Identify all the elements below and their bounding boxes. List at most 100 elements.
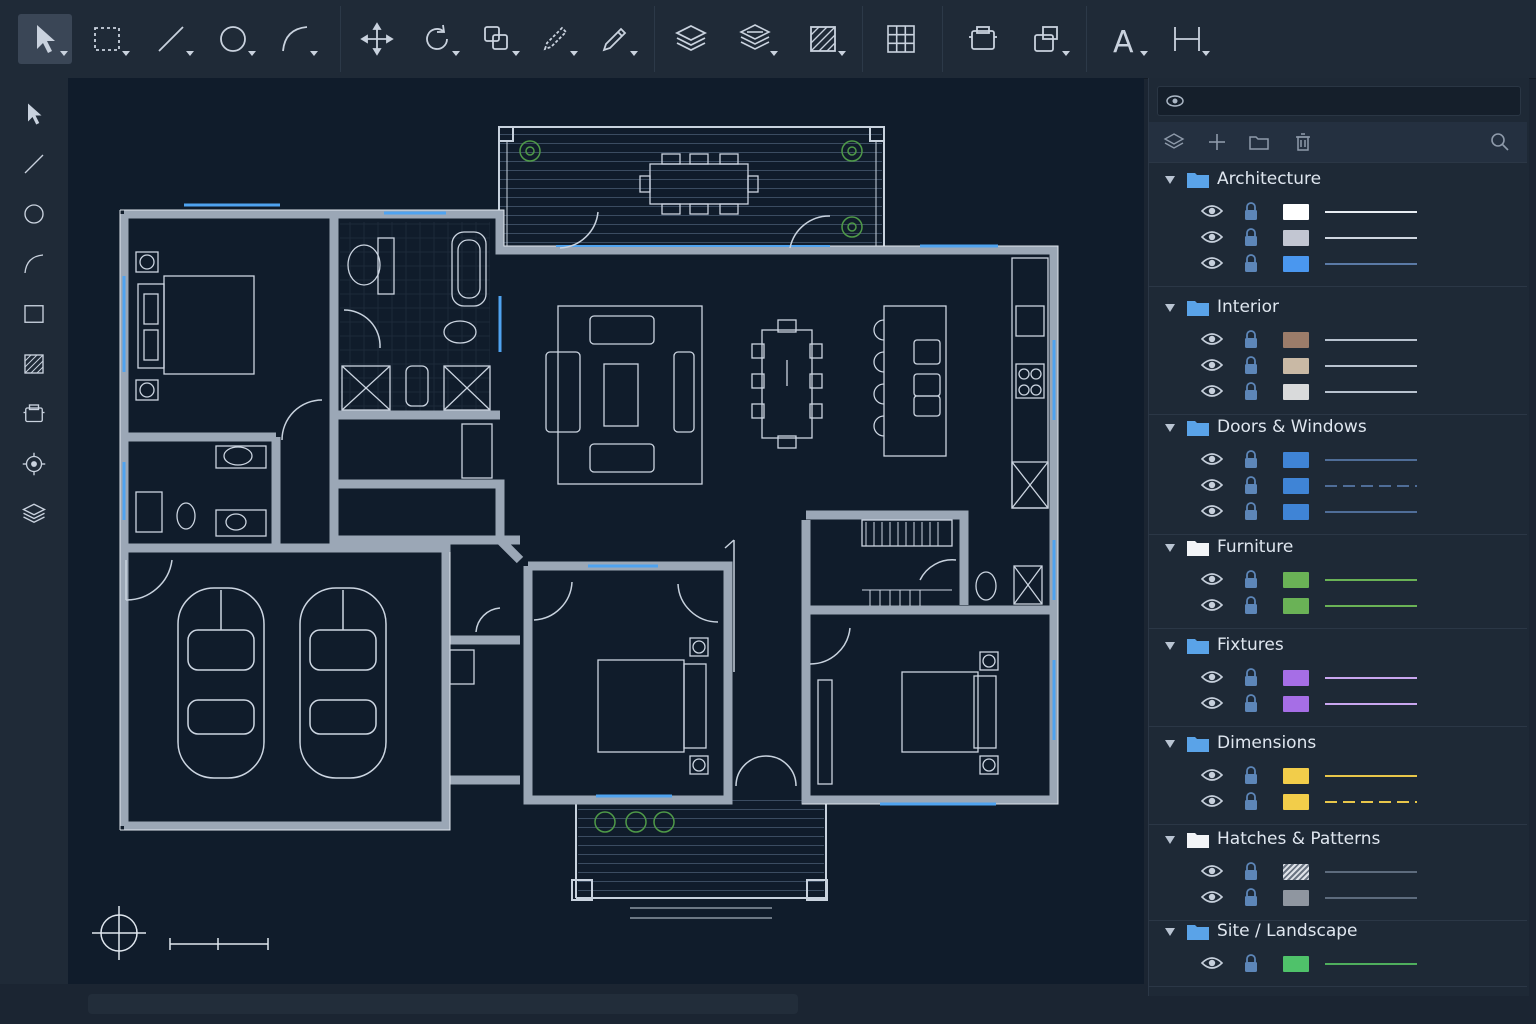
delete-layer-button[interactable] — [1290, 130, 1316, 154]
eye-visibility-icon[interactable] — [1201, 203, 1223, 219]
left-tool-rectangle-button[interactable] — [14, 294, 54, 334]
expand-triangle-icon[interactable] — [1165, 836, 1175, 844]
left-tool-hatch-button[interactable] — [14, 344, 54, 384]
lock-icon[interactable] — [1243, 953, 1259, 973]
layer-color-swatch[interactable] — [1283, 572, 1309, 588]
layer-row[interactable] — [1149, 884, 1527, 910]
layer-linetype-sample[interactable] — [1325, 579, 1417, 581]
layer-color-swatch[interactable] — [1283, 504, 1309, 520]
lock-icon[interactable] — [1243, 253, 1259, 273]
layer-color-swatch[interactable] — [1283, 358, 1309, 374]
layer-color-swatch[interactable] — [1283, 864, 1309, 880]
eye-visibility-icon[interactable] — [1201, 255, 1223, 271]
lock-icon[interactable] — [1243, 595, 1259, 615]
layer-row[interactable] — [1149, 950, 1527, 976]
lock-icon[interactable] — [1243, 569, 1259, 589]
layer-linetype-sample[interactable] — [1325, 897, 1417, 899]
lock-icon[interactable] — [1243, 381, 1259, 401]
layer-group-header[interactable]: Furniture — [1149, 532, 1527, 562]
layer-group-header[interactable]: Hatches & Patterns — [1149, 824, 1527, 854]
layer-color-swatch[interactable] — [1283, 768, 1309, 784]
layer-group-header[interactable]: Site / Landscape — [1149, 916, 1527, 946]
layer-linetype-sample[interactable] — [1325, 801, 1417, 803]
layer-color-swatch[interactable] — [1283, 256, 1309, 272]
toolbar-block-insert-button[interactable] — [1020, 14, 1074, 64]
layer-linetype-sample[interactable] — [1325, 511, 1417, 513]
lock-icon[interactable] — [1243, 475, 1259, 495]
toolbar-circle-button[interactable] — [206, 14, 260, 64]
layer-row[interactable] — [1149, 352, 1527, 378]
left-tool-circle-button[interactable] — [14, 194, 54, 234]
eye-visibility-icon[interactable] — [1201, 695, 1223, 711]
eye-visibility-icon[interactable] — [1201, 477, 1223, 493]
lock-icon[interactable] — [1243, 501, 1259, 521]
layer-group-header[interactable]: Dimensions — [1149, 728, 1527, 758]
toolbar-rotate-button[interactable] — [410, 14, 464, 64]
layer-group-header[interactable]: Fixtures — [1149, 630, 1527, 660]
eye-visibility-icon[interactable] — [1201, 597, 1223, 613]
layer-linetype-sample[interactable] — [1325, 459, 1417, 461]
layer-row[interactable] — [1149, 762, 1527, 788]
lock-icon[interactable] — [1243, 201, 1259, 221]
toolbar-layers-button[interactable] — [664, 14, 718, 64]
layer-linetype-sample[interactable] — [1325, 339, 1417, 341]
eye-visibility-icon[interactable] — [1201, 383, 1223, 399]
layer-linetype-sample[interactable] — [1325, 391, 1417, 393]
layer-row[interactable] — [1149, 224, 1527, 250]
eye-visibility-icon[interactable] — [1201, 767, 1223, 783]
eye-visibility-icon[interactable] — [1201, 863, 1223, 879]
layer-color-swatch[interactable] — [1283, 670, 1309, 686]
layer-color-swatch[interactable] — [1283, 230, 1309, 246]
filter-search-button[interactable] — [1487, 130, 1513, 154]
layer-row[interactable] — [1149, 690, 1527, 716]
toolbar-text-button[interactable]: A — [1098, 14, 1152, 64]
layer-color-swatch[interactable] — [1283, 598, 1309, 614]
layer-color-swatch[interactable] — [1283, 204, 1309, 220]
toolbar-pencil-button[interactable] — [588, 14, 642, 64]
left-tool-line-button[interactable] — [14, 144, 54, 184]
layer-color-swatch[interactable] — [1283, 384, 1309, 400]
expand-triangle-icon[interactable] — [1165, 176, 1175, 184]
layer-linetype-sample[interactable] — [1325, 485, 1417, 487]
toolbar-hatch-button[interactable] — [796, 14, 850, 64]
layer-row[interactable] — [1149, 378, 1527, 404]
eye-visibility-icon[interactable] — [1201, 451, 1223, 467]
lock-icon[interactable] — [1243, 791, 1259, 811]
layer-color-swatch[interactable] — [1283, 478, 1309, 494]
eye-visibility-icon[interactable] — [1201, 793, 1223, 809]
add-layer-button[interactable] — [1204, 130, 1230, 154]
new-folder-button[interactable] — [1246, 130, 1272, 154]
layer-row[interactable] — [1149, 664, 1527, 690]
layer-color-swatch[interactable] — [1283, 956, 1309, 972]
layer-group-header[interactable]: Interior — [1149, 292, 1527, 322]
toolbar-marquee-button[interactable] — [80, 14, 134, 64]
eye-visibility-icon[interactable] — [1201, 889, 1223, 905]
layer-row[interactable] — [1149, 566, 1527, 592]
layer-row[interactable] — [1149, 326, 1527, 352]
layer-linetype-sample[interactable] — [1325, 211, 1417, 213]
toolbar-layer-manager-button[interactable] — [728, 14, 782, 64]
layer-linetype-sample[interactable] — [1325, 677, 1417, 679]
lock-icon[interactable] — [1243, 667, 1259, 687]
expand-triangle-icon[interactable] — [1165, 740, 1175, 748]
drawing-canvas[interactable] — [68, 78, 1144, 984]
lock-icon[interactable] — [1243, 449, 1259, 469]
expand-triangle-icon[interactable] — [1165, 544, 1175, 552]
toolbar-dimension-button[interactable] — [1160, 14, 1214, 64]
layer-row[interactable] — [1149, 198, 1527, 224]
lock-icon[interactable] — [1243, 693, 1259, 713]
layer-group-header[interactable]: Architecture — [1149, 164, 1527, 194]
eye-visibility-icon[interactable] — [1201, 229, 1223, 245]
toolbar-block-button[interactable] — [956, 14, 1010, 64]
eye-visibility-icon[interactable] — [1201, 357, 1223, 373]
lock-icon[interactable] — [1243, 355, 1259, 375]
toolbar-select-button[interactable] — [18, 14, 72, 64]
layer-color-swatch[interactable] — [1283, 890, 1309, 906]
layer-color-swatch[interactable] — [1283, 452, 1309, 468]
toolbar-grid-button[interactable] — [874, 14, 928, 64]
left-tool-snap-button[interactable] — [14, 444, 54, 484]
layer-row[interactable] — [1149, 472, 1527, 498]
expand-triangle-icon[interactable] — [1165, 642, 1175, 650]
toolbar-pen-button[interactable] — [528, 14, 582, 64]
layer-linetype-sample[interactable] — [1325, 237, 1417, 239]
